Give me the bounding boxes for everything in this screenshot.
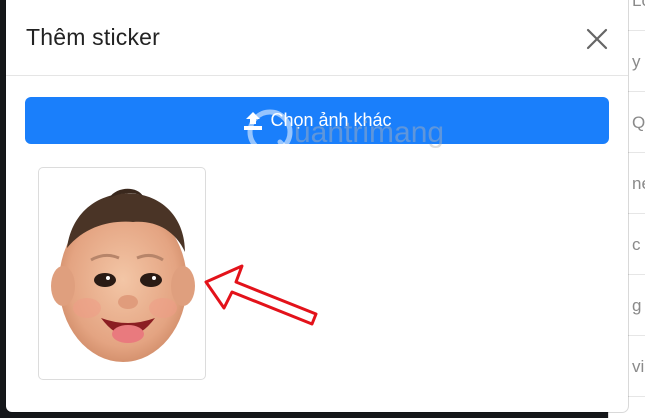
close-icon	[586, 28, 608, 50]
choose-other-image-button[interactable]: Chọn ảnh khác	[25, 97, 609, 144]
red-pointer-arrow-icon	[204, 264, 318, 326]
close-button[interactable]	[582, 24, 612, 54]
upload-button-label: Chọn ảnh khác	[270, 110, 392, 130]
sticker-thumbnail[interactable]	[38, 167, 206, 380]
baby-face-sticker-image	[51, 188, 195, 362]
upload-icon	[244, 111, 263, 130]
add-sticker-modal: Thêm sticker Chọn ảnh khác uantrimang	[6, 0, 628, 412]
modal-title: Thêm sticker	[26, 24, 161, 50]
modal-header: Thêm sticker	[6, 0, 628, 76]
